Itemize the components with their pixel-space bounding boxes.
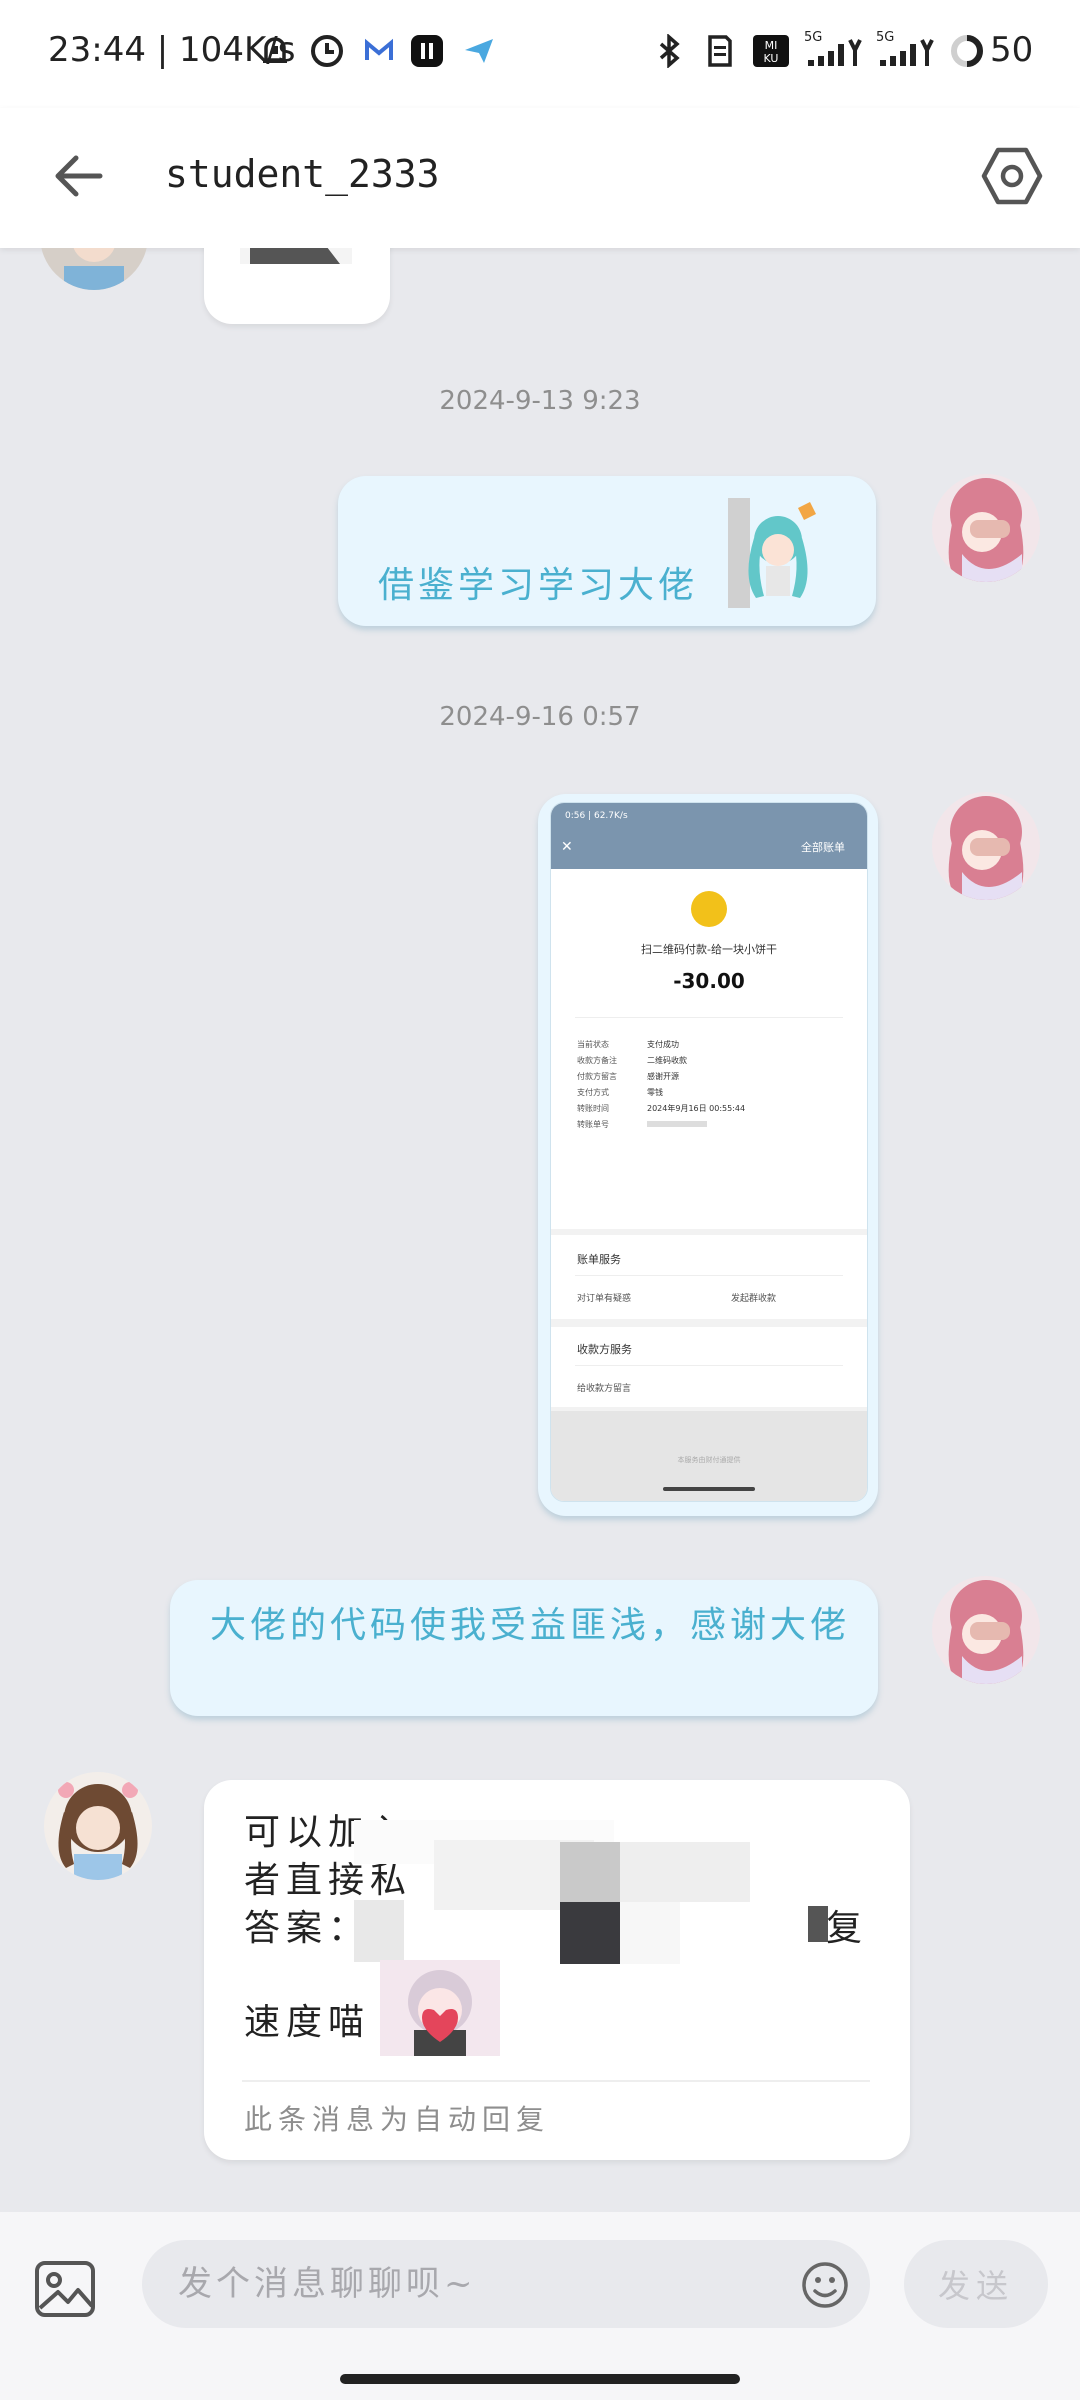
receipt-merchant: 扫二维码付款-给一块小饼干 <box>641 943 777 956</box>
svg-text:MI: MI <box>765 39 778 52</box>
sticker-image <box>240 248 352 264</box>
image-picker-icon[interactable] <box>34 2260 96 2318</box>
redacted-block <box>808 1906 828 1942</box>
receipt-bill-services: 账单服务 对订单有疑惑 发起群收款 <box>551 1235 867 1319</box>
back-arrow-icon[interactable] <box>50 146 110 206</box>
timestamp: 2024-9-13 9:23 <box>439 386 641 416</box>
redacted-block <box>560 1842 620 1902</box>
sticker-message-bubble[interactable] <box>204 248 390 324</box>
chat-header: student_2333 <box>0 108 1080 248</box>
gmail-icon <box>365 38 393 60</box>
redacted-block <box>620 1902 680 1964</box>
receipt-payee-services: 收款方服务 给收款方留言 <box>551 1327 867 1407</box>
auto-reply-message-bubble[interactable]: 可以加入 者直接私 答案：因 复 速度喵 此条消息为自动回复 <box>204 1780 910 2160</box>
battery-level: 50 <box>990 30 1034 70</box>
my-avatar[interactable] <box>932 1576 1040 1684</box>
message-text: 借鉴学习学习大佬 <box>378 565 699 606</box>
my-avatar[interactable] <box>932 792 1040 900</box>
emoji-icon[interactable] <box>800 2260 850 2310</box>
receipt-top-bar: 0:56 | 62.7K/s ✕ 全部账单 <box>551 803 867 869</box>
receipt-row: 当前状态 支付成功 <box>577 1040 679 1049</box>
message-line: 复 <box>826 1908 869 1949</box>
receipt-all-bills: 全部账单 <box>801 841 845 854</box>
notification-bell-icon <box>263 37 287 63</box>
anime-heart-sticker-image <box>380 1960 500 2056</box>
battery-ring-icon <box>951 35 983 67</box>
receipt-row: 转账时间 2024年9月16日 00:55:44 <box>577 1104 746 1113</box>
chat-messages-area[interactable]: 2024-9-13 9:23 借鉴学习学习大佬 2024-9-16 0:57 0… <box>0 248 1080 2212</box>
payment-receipt-screenshot[interactable]: 0:56 | 62.7K/s ✕ 全部账单 扫二维码付款-给一块小饼干 -30.… <box>550 802 868 1502</box>
my-message-bubble[interactable]: 借鉴学习学习大佬 <box>338 476 876 626</box>
receipt-row: 收款方备注 二维码收款 <box>577 1056 687 1065</box>
redacted-block <box>354 1900 404 1962</box>
receipt-home-bar <box>663 1487 755 1491</box>
auto-reply-note: 此条消息为自动回复 <box>244 2103 551 2136</box>
signal-icon-2 <box>880 39 934 66</box>
receipt-row: 支付方式 零钱 <box>577 1088 663 1097</box>
message-input[interactable] <box>142 2240 870 2328</box>
message-text: 大佬的代码使我受益匪浅，感谢大佬 <box>210 1605 851 1646</box>
pause-app-icon <box>411 35 443 67</box>
redacted-block <box>560 1902 620 1964</box>
settings-hexagon-icon[interactable] <box>980 144 1044 208</box>
receipt-row: 付款方留言 感谢开源 <box>577 1072 679 1081</box>
sim-icon <box>708 35 732 67</box>
home-indicator[interactable] <box>340 2374 740 2384</box>
send-button[interactable]: 发送 <box>904 2240 1048 2328</box>
my-message-bubble[interactable]: 大佬的代码使我受益匪浅，感谢大佬 <box>170 1580 878 1716</box>
clock-icon <box>311 35 343 67</box>
paper-plane-icon <box>465 39 493 63</box>
divider <box>242 2080 870 2082</box>
receipt-status-bar: 0:56 | 62.7K/s <box>565 811 628 821</box>
bluetooth-icon <box>659 34 680 68</box>
other-user-avatar[interactable] <box>44 1772 152 1880</box>
svg-text:KU: KU <box>764 52 779 65</box>
signal-icon <box>808 39 862 66</box>
my-avatar[interactable] <box>932 474 1040 582</box>
receipt-row: 转账单号 <box>577 1119 847 1130</box>
receipt-close-icon: ✕ <box>561 839 573 855</box>
receipt-amount: -30.00 <box>673 969 745 993</box>
coin-icon <box>691 891 727 927</box>
redacted-block <box>620 1842 750 1902</box>
miku-sticker-image <box>728 498 816 608</box>
status-bar: 23:44 | 104K/s MI KU 5G 5G 50 <box>0 0 1080 108</box>
avatar-other-user-top[interactable] <box>40 248 148 290</box>
mi-ku-icon: MIKU <box>753 35 789 67</box>
receipt-card: 扫二维码付款-给一块小饼干 -30.00 当前状态 支付成功 收款方备注 二维码收款… <box>551 869 867 1229</box>
chat-title: student_2333 <box>165 152 440 196</box>
message-line: 速度喵 <box>244 2002 371 2043</box>
timestamp: 2024-9-16 0:57 <box>439 702 641 732</box>
message-input-bar: 发送 <box>0 2212 1080 2400</box>
